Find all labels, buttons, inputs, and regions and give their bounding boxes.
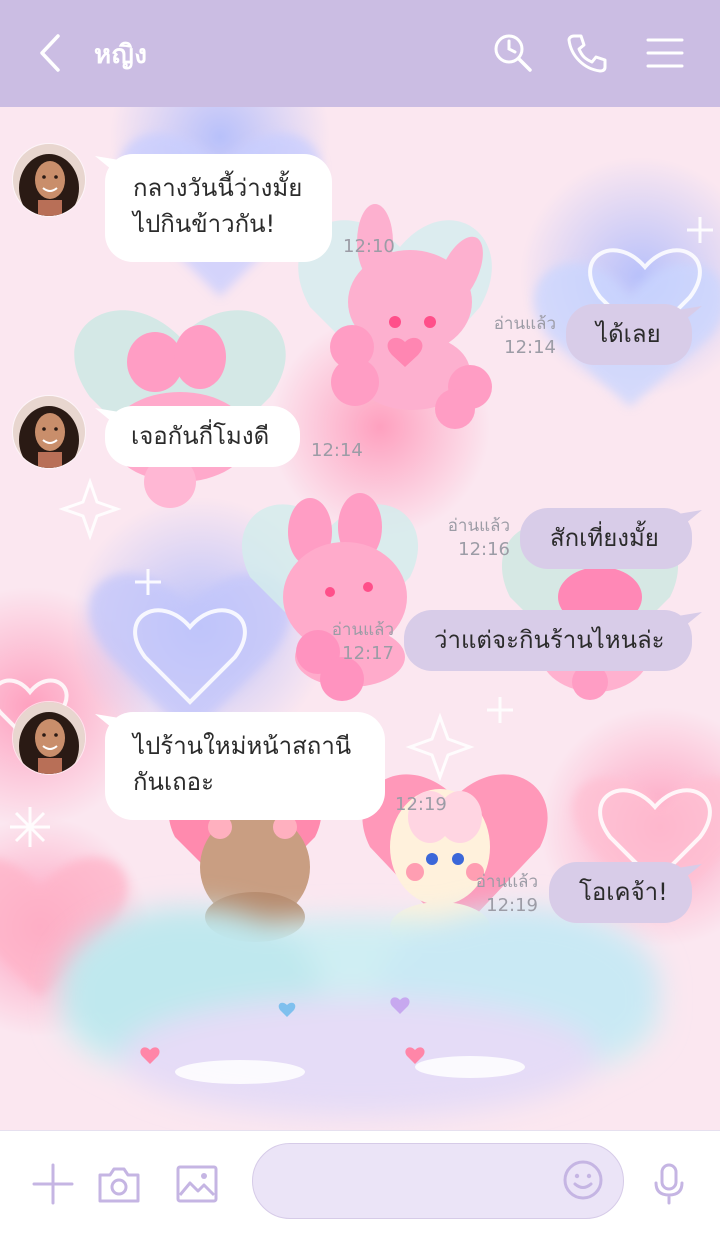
message-text-line: เจอกันกี่โมงดี bbox=[131, 422, 270, 450]
phone-icon[interactable] bbox=[564, 30, 610, 76]
message-timestamp: 12:10 bbox=[343, 236, 395, 257]
contact-avatar[interactable] bbox=[12, 701, 86, 775]
message-meta: อ่านแล้ว 12:19 bbox=[476, 870, 538, 918]
message-timestamp: 12:19 bbox=[395, 794, 447, 815]
message-bubble-incoming[interactable]: ไปร้านใหม่หน้าสถานี กันเถอะ bbox=[105, 712, 385, 820]
message-text-line: ไปกินข้าวกัน! bbox=[133, 210, 276, 238]
search-icon[interactable] bbox=[490, 30, 536, 76]
read-status: อ่านแล้ว bbox=[493, 314, 556, 334]
message-bubble-incoming[interactable]: กลางวันนี้ว่างมั้ย ไปกินข้าวกัน! bbox=[105, 154, 332, 262]
read-status: อ่านแล้ว bbox=[447, 516, 510, 536]
menu-icon[interactable] bbox=[642, 30, 688, 76]
contact-avatar[interactable] bbox=[12, 143, 86, 217]
contact-avatar[interactable] bbox=[12, 395, 86, 469]
message-text-line: กันเถอะ bbox=[133, 768, 214, 796]
message-input-field[interactable] bbox=[252, 1143, 624, 1219]
chat-input-bar bbox=[0, 1130, 720, 1233]
message-input[interactable] bbox=[253, 1144, 571, 1218]
emoji-icon[interactable] bbox=[561, 1158, 605, 1202]
message-text-line: กลางวันนี้ว่างมั้ย bbox=[133, 174, 303, 202]
message-timestamp: 12:16 bbox=[458, 539, 510, 560]
message-timestamp: 12:14 bbox=[504, 337, 556, 358]
message-meta: อ่านแล้ว 12:17 bbox=[332, 618, 394, 666]
image-icon[interactable] bbox=[174, 1161, 220, 1207]
message-bubble-incoming[interactable]: เจอกันกี่โมงดี bbox=[105, 406, 300, 467]
chat-title: หญิง bbox=[94, 40, 148, 70]
message-text-line: ไปร้านใหม่หน้าสถานี bbox=[133, 732, 352, 760]
message-bubble-outgoing[interactable]: สักเที่ยงมั้ย bbox=[520, 508, 692, 569]
message-bubble-outgoing[interactable]: โอเคจ้า! bbox=[549, 862, 692, 923]
message-meta: อ่านแล้ว 12:14 bbox=[494, 312, 556, 360]
plus-icon[interactable] bbox=[30, 1161, 76, 1207]
back-arrow-icon[interactable] bbox=[28, 30, 74, 76]
message-bubble-outgoing[interactable]: ได้เลย bbox=[566, 304, 692, 365]
message-timestamp: 12:19 bbox=[486, 895, 538, 916]
microphone-icon[interactable] bbox=[646, 1161, 692, 1207]
read-status: อ่านแล้ว bbox=[475, 872, 538, 892]
message-timestamp: 12:17 bbox=[342, 643, 394, 664]
message-meta: อ่านแล้ว 12:16 bbox=[448, 514, 510, 562]
read-status: อ่านแล้ว bbox=[331, 620, 394, 640]
camera-icon[interactable] bbox=[96, 1161, 142, 1207]
message-timestamp: 12:14 bbox=[311, 440, 363, 461]
message-bubble-outgoing[interactable]: ว่าแต่จะกินร้านไหนล่ะ bbox=[404, 610, 692, 671]
chat-header: หญิง bbox=[0, 0, 720, 107]
